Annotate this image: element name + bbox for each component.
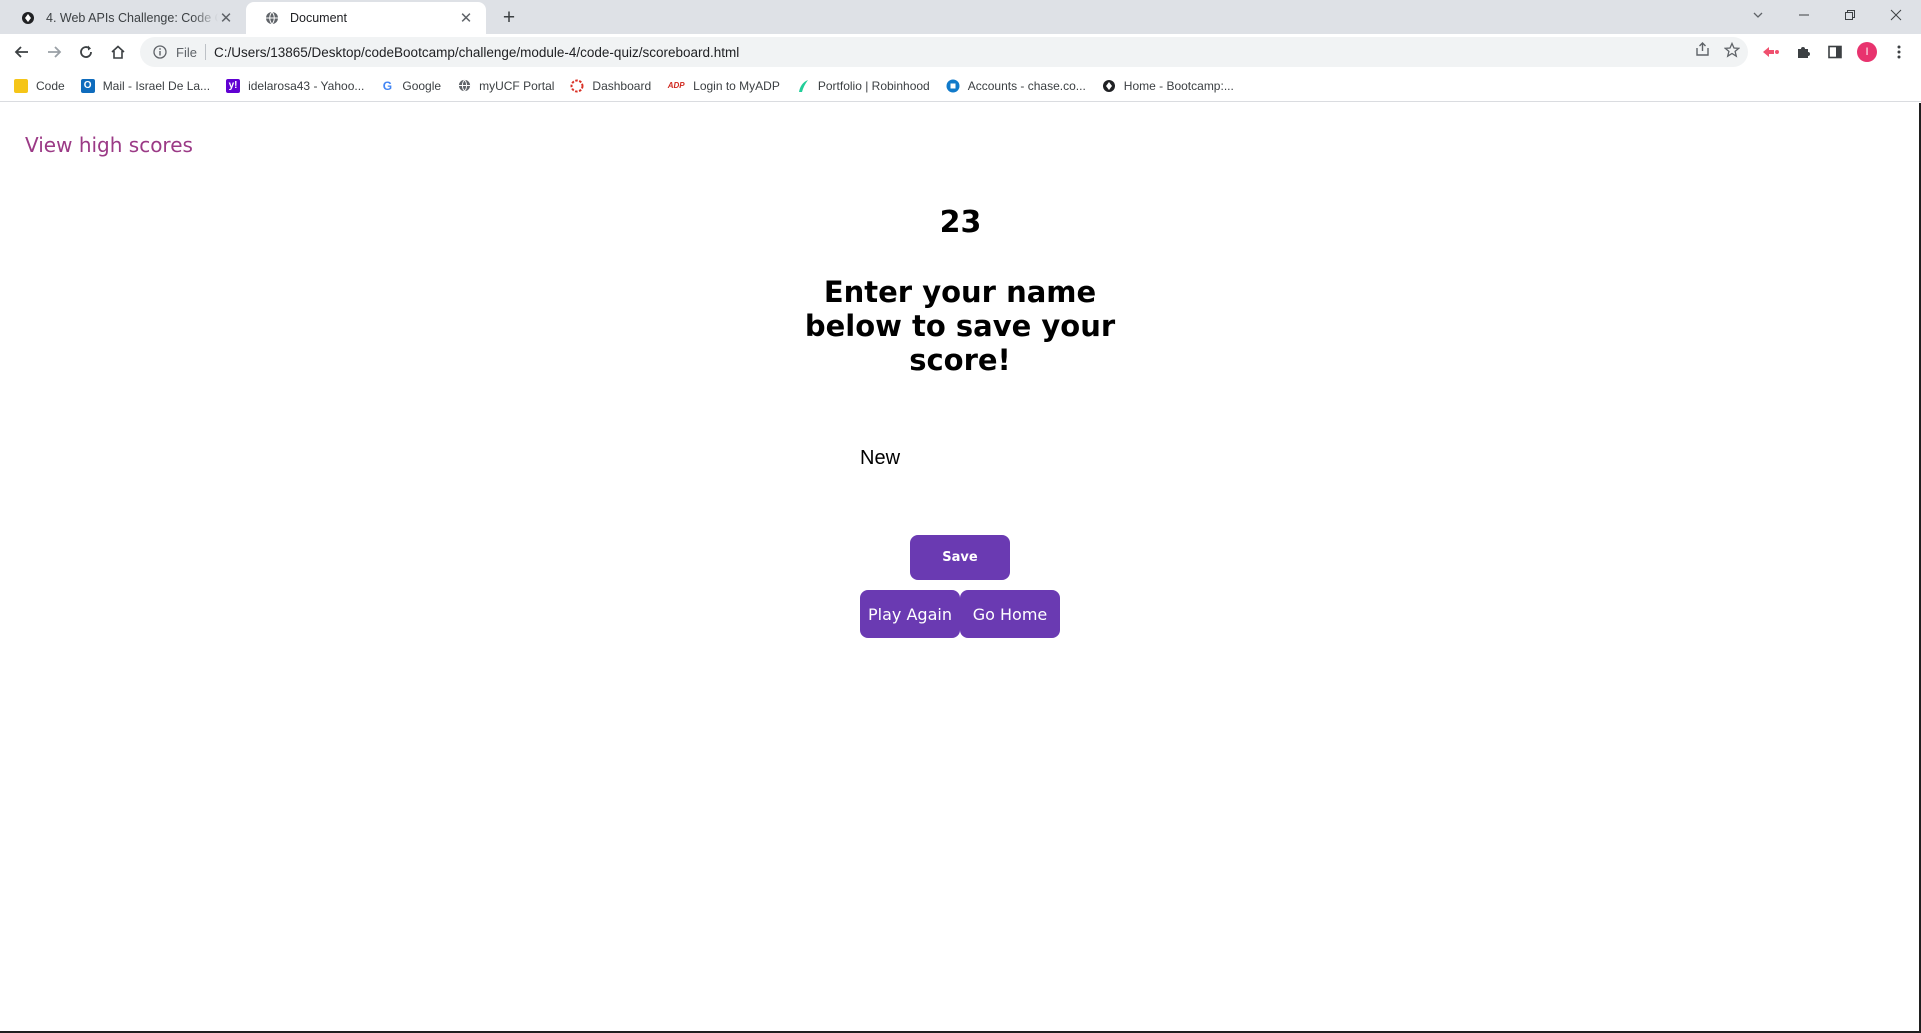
bookmark-label: Accounts - chase.co... (967, 78, 1086, 93)
tab-code-quiz[interactable]: 4. Web APIs Challenge: Code Quiz ✕ (2, 2, 246, 34)
close-tab-icon[interactable]: ✕ (458, 9, 474, 27)
bookmark-star-icon[interactable] (1723, 41, 1741, 63)
share-icon[interactable] (1695, 42, 1710, 62)
play-again-button[interactable]: Play Again (860, 590, 960, 638)
tab-title: 4. Web APIs Challenge: Code Quiz (46, 11, 218, 25)
final-score: 23 (939, 205, 982, 240)
close-window-icon[interactable] (1873, 0, 1919, 30)
tab-search-icon[interactable] (1735, 0, 1781, 30)
bookmark-item[interactable]: Portfolio | Robinhood (796, 79, 930, 93)
tab-document[interactable]: Document ✕ (246, 2, 486, 34)
dashboard-icon (570, 79, 584, 93)
bookmark-label: myUCF Portal (479, 78, 555, 93)
profile-initial: I (1857, 42, 1877, 62)
bookmark-item[interactable]: Accounts - chase.co... (946, 79, 1086, 93)
forward-icon[interactable] (40, 38, 68, 66)
address-bar[interactable]: File C:/Users/13865/Desktop/codeBootcamp… (140, 37, 1748, 67)
browser-toolbar: File C:/Users/13865/Desktop/codeBootcamp… (0, 34, 1921, 70)
bookmark-item[interactable]: myUCF Portal (457, 79, 554, 93)
address-separator (204, 44, 206, 60)
address-bar-actions (1695, 37, 1741, 67)
bookmark-label: Mail - Israel De La... (102, 78, 211, 93)
save-score-prompt: Enter your name below to save your score… (804, 275, 1116, 377)
view-high-scores-link[interactable]: View high scores (25, 133, 193, 157)
bootcamp-icon (1102, 79, 1116, 93)
chase-icon (946, 79, 960, 93)
robinhood-icon (796, 79, 810, 93)
tab-strip: 4. Web APIs Challenge: Code Quiz ✕ Docum… (0, 0, 1921, 34)
url-text[interactable]: C:/Users/13865/Desktop/codeBootcamp/chal… (214, 45, 739, 60)
restore-icon[interactable] (1827, 0, 1873, 30)
avatar[interactable]: I (1853, 38, 1881, 66)
globe-icon (264, 10, 280, 26)
new-tab-button[interactable]: + (496, 5, 522, 31)
outlook-icon: O (80, 78, 95, 93)
google-icon: G (382, 78, 393, 93)
bookmark-label: Google (402, 78, 442, 93)
info-icon[interactable] (152, 44, 168, 60)
bookmark-item[interactable]: y! idelarosa43 - Yahoo... (226, 78, 365, 93)
bookmark-item[interactable]: Code (14, 78, 65, 93)
side-panel-icon[interactable] (1821, 38, 1849, 66)
bootcamp-icon (20, 10, 36, 26)
bookmarks-bar: Code O Mail - Israel De La... y! idelaro… (0, 70, 1921, 102)
bookmark-item[interactable]: Dashboard (570, 79, 651, 93)
minimize-icon[interactable] (1781, 0, 1827, 30)
globe-icon (457, 79, 471, 93)
home-icon[interactable] (104, 38, 132, 66)
puzzle-icon[interactable] (1789, 38, 1817, 66)
back-icon[interactable] (8, 38, 36, 66)
bookmark-item[interactable]: O Mail - Israel De La... (80, 78, 211, 93)
go-home-button[interactable]: Go Home (960, 590, 1060, 638)
bookmark-label: Home - Bootcamp:... (1123, 78, 1234, 93)
bookmark-label: Portfolio | Robinhood (817, 78, 930, 93)
bookmark-label: idelarosa43 - Yahoo... (248, 78, 365, 93)
name-input[interactable] (860, 443, 1080, 473)
reload-icon[interactable] (72, 38, 100, 66)
bookmark-label: Dashboard (592, 78, 652, 93)
yahoo-icon: y! (226, 78, 241, 93)
close-tab-icon[interactable]: ✕ (218, 9, 234, 27)
adp-icon: ADP (667, 81, 685, 90)
more-menu-icon[interactable] (1885, 38, 1913, 66)
bookmark-item[interactable]: Home - Bootcamp:... (1102, 79, 1234, 93)
page-content: View high scores 23 Enter your name belo… (0, 103, 1921, 1033)
tab-title: Document (290, 11, 347, 25)
bookmark-label: Login to MyADP (693, 78, 780, 93)
extension-icon[interactable] (1757, 38, 1785, 66)
folder-icon (14, 78, 28, 93)
bookmark-label: Code (36, 78, 65, 93)
scheme-label: File (176, 44, 197, 60)
save-button[interactable]: Save (910, 535, 1010, 580)
bookmark-item[interactable]: ADP Login to MyADP (667, 79, 780, 93)
bookmark-item[interactable]: G Google (380, 79, 441, 93)
